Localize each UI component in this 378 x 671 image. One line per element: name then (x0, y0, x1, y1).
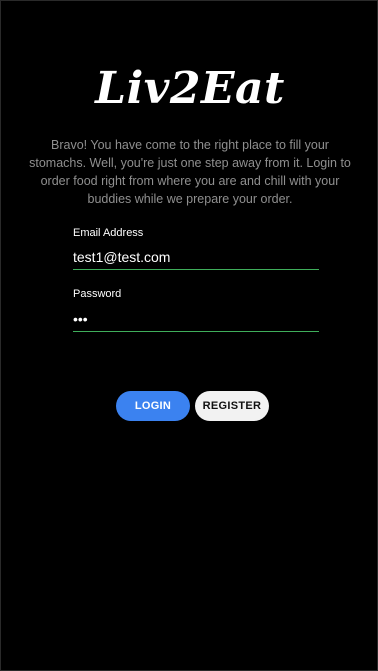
password-label: Password (73, 288, 122, 300)
email-underline (73, 269, 319, 270)
login-screen: Liv2Eat Bravo! You have come to the righ… (0, 0, 378, 671)
intro-text: Bravo! You have come to the right place … (29, 138, 351, 206)
password-field[interactable] (73, 308, 319, 330)
email-field[interactable] (73, 246, 319, 268)
app-logo: Liv2Eat (95, 63, 285, 114)
register-button[interactable]: REGISTER (195, 391, 269, 421)
password-underline (73, 331, 319, 332)
email-label: Email Address (73, 227, 144, 239)
login-button[interactable]: LOGIN (116, 391, 190, 421)
